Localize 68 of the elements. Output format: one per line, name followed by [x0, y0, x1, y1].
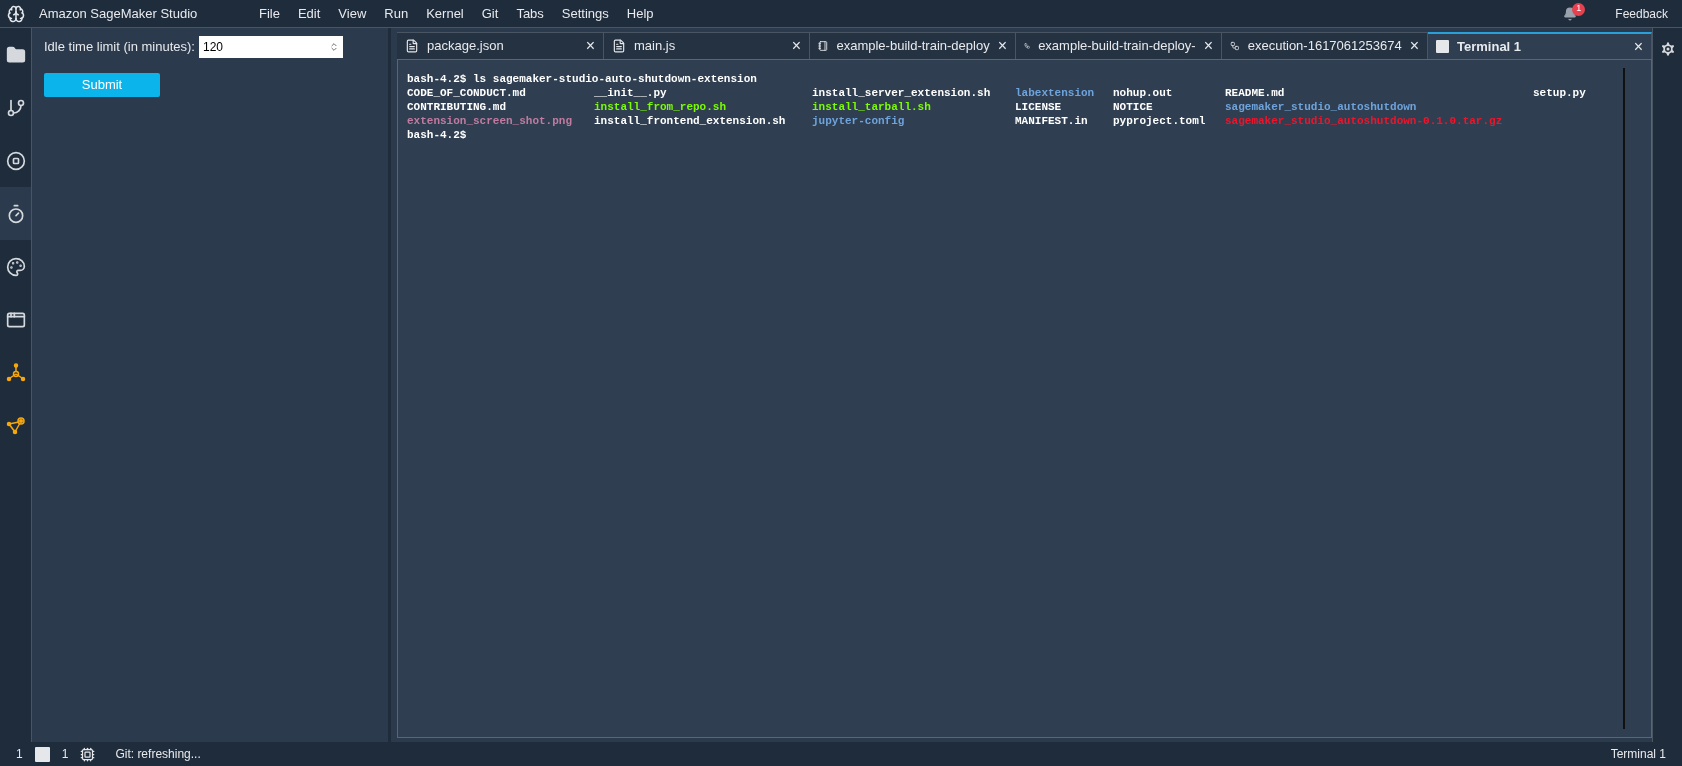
editor-tab[interactable]: package.json × [397, 32, 604, 59]
menu-item[interactable]: View [329, 3, 376, 24]
editor-tab[interactable]: Terminal 1 × [1428, 32, 1652, 59]
terminal-line: bash-4.2$ ls sagemaker-studio-auto-shutdown-extension [407, 72, 758, 86]
app-title: Amazon SageMaker Studio [39, 4, 199, 23]
git-icon [5, 97, 26, 118]
folder-icon [5, 44, 26, 65]
menu-item[interactable]: Kernel [417, 3, 473, 24]
feedback-link[interactable]: Feedback [1615, 4, 1668, 23]
file-name: install_from_repo.sh [594, 100, 728, 114]
terminal-icon[interactable] [34, 746, 50, 762]
editor-tab[interactable]: execution-1617061253674 × [1222, 32, 1428, 59]
menu-item[interactable]: Tabs [507, 3, 553, 24]
node-graph-icon [5, 362, 26, 383]
tab-label: Terminal 1 [1457, 37, 1523, 56]
status-count: 1 [16, 746, 23, 763]
palette-icon [5, 256, 26, 277]
brain-logo-icon [7, 4, 25, 23]
terminal-icon [1436, 40, 1449, 53]
file-name: NOTICE [1113, 100, 1154, 114]
file-name: LICENSE [1015, 100, 1063, 114]
file-name: __init__.py [594, 86, 668, 100]
file-name: install_server_extension.sh [812, 86, 992, 100]
tab-label: package.json [427, 37, 505, 56]
file-name: README.md [1225, 86, 1286, 100]
tab-label: execution-1617061253674 [1247, 37, 1402, 56]
activity-tab[interactable] [0, 187, 31, 240]
field-label: Idle time limit (in minutes): [44, 38, 195, 57]
file-name: install_frontend_extension.sh [594, 114, 787, 128]
tab-label: example-build-train-deploy- [1038, 37, 1196, 56]
tab-label: example-build-train-deploy [836, 37, 990, 56]
file-name: pyproject.toml [1113, 114, 1207, 128]
notebook-icon [818, 39, 829, 53]
menu-item[interactable]: Run [375, 3, 418, 24]
text-file-icon [405, 39, 419, 53]
notification-bell-icon[interactable] [1563, 6, 1578, 21]
menu-item[interactable]: Settings [552, 3, 618, 24]
tab-label: main.js [634, 37, 677, 56]
triangle-graph-icon [5, 415, 26, 436]
file-name: jupyter-config [812, 114, 906, 128]
flow-icon [1230, 39, 1240, 53]
spinner-icon[interactable] [329, 42, 339, 52]
file-name: CONTRIBUTING.md [407, 100, 508, 114]
editor-tab[interactable]: main.js × [604, 32, 810, 59]
file-name: labextension [1015, 86, 1096, 100]
menu-item[interactable]: Help [617, 3, 663, 24]
file-name: sagemaker_studio_autoshutdown-0.1.0.tar.gz [1225, 114, 1504, 128]
notification-count: 1 [1572, 2, 1586, 16]
file-name: extension_screen_shot.png [407, 114, 574, 128]
status-count: 1 [61, 746, 69, 763]
menu-item[interactable]: Edit [288, 3, 330, 24]
file-name: nohup.out [1113, 86, 1174, 100]
editor-tab[interactable]: example-build-train-deploy- × [1016, 32, 1222, 59]
file-name: install_tarball.sh [812, 100, 932, 114]
git-status: Git: refreshing... [115, 746, 201, 763]
terminal-prompt: bash-4.2$ [407, 128, 468, 142]
file-name: sagemaker_studio_autoshutdown [1225, 100, 1418, 114]
text-file-icon [612, 39, 626, 53]
active-tab-name: Terminal 1 [1610, 746, 1666, 763]
number-field[interactable]: 120 [199, 36, 343, 58]
file-name: CODE_OF_CONDUCT.md [407, 86, 527, 100]
menu-item[interactable]: Git [472, 3, 508, 24]
editor-tab[interactable]: example-build-train-deploy × [810, 32, 1016, 59]
file-name: setup.py [1533, 86, 1587, 100]
chip-icon[interactable] [80, 746, 96, 762]
file-name: MANIFEST.in [1015, 114, 1089, 128]
menu-item[interactable]: File [250, 3, 289, 24]
stop-icon [5, 150, 26, 171]
